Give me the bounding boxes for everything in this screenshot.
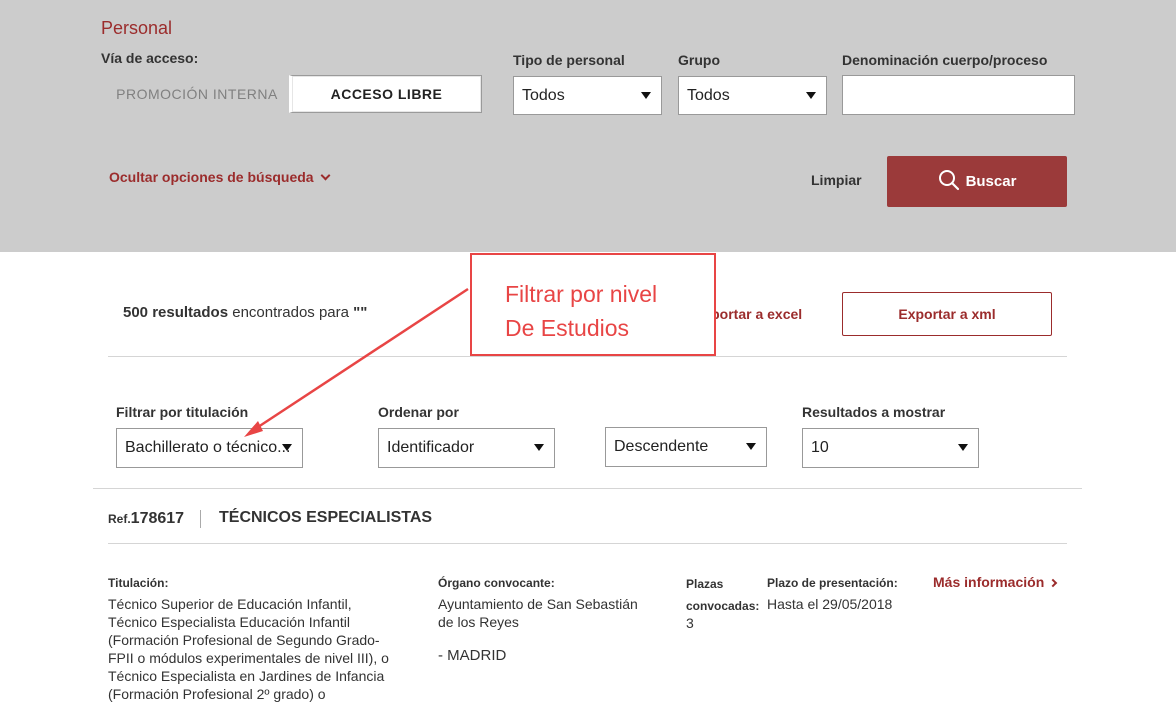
order-label: Ordenar por [378,404,459,420]
more-info-link[interactable]: Más información [933,574,1058,590]
degree-filter-value: Bachillerato o técnico... [125,439,291,456]
degree-line: FPII o módulos experimentales de nivel I… [108,650,389,666]
result-ref-number: 178617 [130,510,185,527]
order-value: Identificador [387,439,475,456]
hide-options-link[interactable]: Ocultar opciones de búsqueda [109,169,331,185]
divider [108,356,1067,357]
chevron-down-icon [806,92,816,99]
degree-line: (Formación Profesional 2º grado) o [108,686,326,702]
degree-line: Técnico Superior de Educación Infantil, [108,596,352,612]
degree-filter-label: Filtrar por titulación [116,404,249,420]
per-page-value: 10 [811,439,829,456]
access-label: Vía de acceso: [101,50,199,66]
annotation-line: Filtrar por nivel [505,281,658,307]
search-button[interactable]: Buscar [887,156,1067,207]
deadline-value: Hasta el 29/05/2018 [767,596,893,612]
group-value: Todos [687,87,730,104]
result-title[interactable]: TÉCNICOS ESPECIALISTAS [219,509,432,527]
degree-line: Técnico Especialista Educación Infantil [108,614,351,630]
results-query: "" [353,304,368,321]
per-page-label: Resultados a mostrar [802,404,946,420]
hide-options-label: Ocultar opciones de búsqueda [109,169,314,185]
organ-line: Ayuntamiento de San Sebastián [438,596,638,612]
chevron-down-icon [282,444,292,451]
per-page-select[interactable]: 10 [802,428,979,468]
results-found-for: encontrados para [232,304,349,321]
denomination-label: Denominación cuerpo/proceso [842,52,1048,68]
search-button-label: Buscar [965,173,1017,190]
staff-type-select[interactable]: Todos [513,76,662,115]
export-xml-button[interactable]: Exportar a xml [842,292,1052,336]
search-icon [938,170,959,191]
degree-line: Técnico Especialista en Jardines de Infa… [108,668,385,684]
chevron-down-icon [534,444,544,451]
places-col-label: Plazas convocadas: [686,573,759,617]
ref-separator [200,510,201,528]
degree-col-label: Titulación: [108,576,169,590]
chevron-down-icon [958,444,968,451]
places-value: 3 [686,615,694,631]
divider [93,488,1082,489]
results-count: 500 resultados encontrados para "" [123,304,367,321]
chevron-down-icon [746,443,756,450]
chevron-down-icon [641,92,651,99]
places-label-line: convocadas: [686,599,760,613]
chevron-right-icon [1049,578,1058,588]
staff-type-label: Tipo de personal [513,52,625,68]
chevron-down-icon [320,170,331,181]
organ-col-text: Ayuntamiento de San Sebastián de los Rey… [438,595,668,665]
clear-link[interactable]: Limpiar [811,172,862,188]
direction-select[interactable]: Descendente [605,427,767,467]
degree-col-text: Técnico Superior de Educación Infantil, … [108,595,408,703]
order-select[interactable]: Identificador [378,428,555,468]
page: Personal Vía de acceso: PROMOCIÓN INTERN… [0,0,1176,705]
places-label-line: Plazas [686,577,724,591]
result-ref: Ref.178617 [108,510,184,528]
annotation-line: De Estudios [505,315,630,341]
access-internal-option[interactable]: PROMOCIÓN INTERNA [108,75,286,113]
group-label: Grupo [678,52,720,68]
degree-line: (Formación Profesional de Segundo Grado- [108,632,380,648]
more-info-label: Más información [933,574,1045,590]
results-count-number: 500 resultados [123,304,229,321]
organ-col-label: Órgano convocante: [438,576,555,590]
staff-type-value: Todos [522,87,565,104]
denomination-input[interactable] [842,75,1075,115]
organ-line: - MADRID [438,647,507,664]
deadline-col-label: Plazo de presentación: [767,576,898,590]
annotation-text: Filtrar por nivel De Estudios [505,277,657,345]
group-select[interactable]: Todos [678,76,827,115]
organ-line: de los Reyes [438,614,519,630]
section-title: Personal [101,18,173,38]
direction-value: Descendente [614,438,709,455]
access-free-option[interactable]: ACCESO LIBRE [289,75,482,113]
search-panel: Personal Vía de acceso: PROMOCIÓN INTERN… [0,0,1176,252]
degree-filter-select[interactable]: Bachillerato o técnico... [116,428,303,468]
divider [108,543,1067,544]
result-ref-prefix: Ref. [108,512,131,526]
